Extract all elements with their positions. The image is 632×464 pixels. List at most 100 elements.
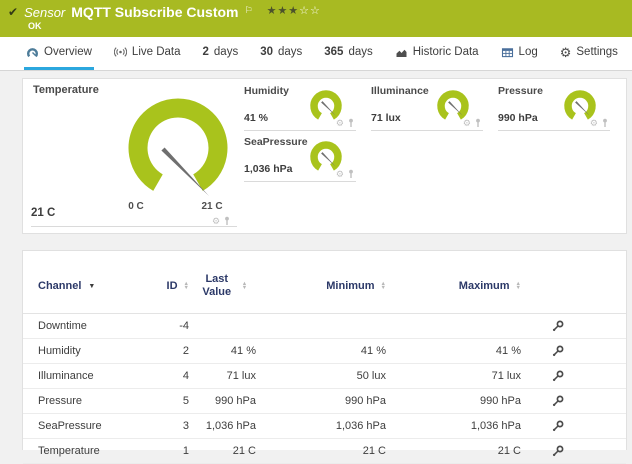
column-header-last-value[interactable]: Last Value ▲▼: [189, 251, 256, 314]
column-header-settings: [521, 251, 626, 314]
tab-settings-label: Settings: [576, 46, 618, 58]
channel-id: 3: [143, 414, 189, 439]
table-row-pressure[interactable]: Pressure 5 990 hPa 990 hPa 990 hPa: [23, 389, 626, 414]
channel-settings-wrench-icon[interactable]: [551, 444, 565, 458]
tab-2-days[interactable]: 2 days: [201, 37, 241, 70]
channel-minimum: 990 hPa: [256, 389, 386, 414]
mini-gauge-value: 71 lux: [371, 112, 401, 124]
channel-settings-wrench-icon[interactable]: [551, 344, 565, 358]
chart-icon: [395, 46, 408, 59]
tab-365-days-label: days: [348, 46, 372, 58]
channels-panel: Channel ▼ ID ▲▼ Last Value ▲▼: [22, 250, 627, 450]
sort-icon: ▲▼: [184, 282, 189, 290]
pin-icon[interactable]: [347, 118, 355, 128]
flag-icon[interactable]: ⚐: [245, 5, 253, 16]
column-header-channel[interactable]: Channel ▼: [23, 251, 143, 314]
channel-id: -4: [143, 314, 189, 339]
tab-overview-label: Overview: [44, 46, 92, 58]
channel-settings-wrench-icon[interactable]: [551, 419, 565, 433]
sort-icon: ▲▼: [242, 282, 247, 290]
signal-icon: [114, 45, 127, 59]
sensor-header-line: ✔ Sensor MQTT Subscribe Custom ⚐ ★★★ ☆☆: [0, 0, 632, 20]
column-header-minimum[interactable]: Minimum ▲▼: [256, 251, 386, 314]
channel-maximum: 1,036 hPa: [386, 414, 521, 439]
channel-last-value: 71 lux: [189, 364, 256, 389]
tab-live-data[interactable]: Live Data: [112, 37, 183, 70]
star-empty-icon[interactable]: ☆☆: [299, 4, 321, 17]
mini-gauge-title: SeaPressure: [244, 136, 308, 148]
channel-last-value: [189, 314, 256, 339]
tab-log-label: Log: [519, 46, 538, 58]
channel-last-value: 1,036 hPa: [189, 414, 256, 439]
mini-gauge-actions: ⚙: [463, 118, 482, 128]
gear-icon[interactable]: ⚙: [336, 119, 344, 128]
tab-log[interactable]: Log: [499, 37, 540, 70]
channel-name[interactable]: Humidity: [23, 339, 143, 364]
channel-name[interactable]: Illuminance: [23, 364, 143, 389]
channel-name[interactable]: Pressure: [23, 389, 143, 414]
channel-minimum: 41 %: [256, 339, 386, 364]
mini-gauge-value: 990 hPa: [498, 112, 538, 124]
gear-icon[interactable]: ⚙: [463, 119, 471, 128]
pin-icon[interactable]: [474, 118, 482, 128]
channel-maximum: [386, 314, 521, 339]
pin-icon[interactable]: [223, 216, 231, 226]
channel-id: 4: [143, 364, 189, 389]
tab-bar: Overview Live Data 2 days 30 days 365 da…: [0, 37, 632, 71]
gauge-icon: [26, 46, 39, 59]
table-row-temperature[interactable]: Temperature 1 21 C 21 C 21 C: [23, 439, 626, 464]
channel-name[interactable]: Downtime: [23, 314, 143, 339]
table-icon: [501, 46, 514, 59]
gear-icon[interactable]: ⚙: [336, 170, 344, 179]
temperature-gauge: [123, 94, 233, 202]
mini-gauge-actions: ⚙: [336, 169, 355, 179]
tab-settings[interactable]: ⚙ Settings: [558, 37, 620, 70]
channel-minimum: 21 C: [256, 439, 386, 464]
tab-historic-data[interactable]: Historic Data: [393, 37, 481, 70]
channel-id: 1: [143, 439, 189, 464]
table-row-humidity[interactable]: Humidity 2 41 % 41 % 41 %: [23, 339, 626, 364]
channel-id: 2: [143, 339, 189, 364]
sensor-title: MQTT Subscribe Custom: [71, 4, 238, 20]
primary-gauge-actions: ⚙: [212, 216, 231, 226]
gear-icon[interactable]: ⚙: [590, 119, 598, 128]
mini-gauge-title: Illuminance: [371, 85, 429, 97]
sort-icon: ▲▼: [381, 282, 386, 290]
tab-30-days-label: days: [278, 46, 302, 58]
table-row-seapressure[interactable]: SeaPressure 3 1,036 hPa 1,036 hPa 1,036 …: [23, 414, 626, 439]
tab-2-days-label: days: [214, 46, 238, 58]
gear-icon[interactable]: ⚙: [212, 217, 220, 226]
tab-365-days[interactable]: 365 days: [322, 37, 374, 70]
channel-last-value: 990 hPa: [189, 389, 256, 414]
channel-last-value: 21 C: [189, 439, 256, 464]
star-filled-icon[interactable]: ★★★: [267, 4, 300, 17]
pin-icon[interactable]: [347, 169, 355, 179]
channel-name[interactable]: Temperature: [23, 439, 143, 464]
channel-id: 5: [143, 389, 189, 414]
tab-2-days-number: 2: [203, 46, 209, 58]
channel-settings-wrench-icon[interactable]: [551, 369, 565, 383]
channel-maximum: 41 %: [386, 339, 521, 364]
channel-settings-wrench-icon[interactable]: [551, 319, 565, 333]
tab-overview[interactable]: Overview: [24, 37, 94, 70]
channels-table: Channel ▼ ID ▲▼ Last Value ▲▼: [23, 251, 626, 464]
channel-minimum: 50 lux: [256, 364, 386, 389]
table-row-downtime[interactable]: Downtime -4: [23, 314, 626, 339]
mini-gauge-actions: ⚙: [590, 118, 609, 128]
primary-gauge-title: Temperature: [33, 84, 99, 96]
column-header-id-label: ID: [167, 280, 178, 292]
mini-gauge-actions: ⚙: [336, 118, 355, 128]
pin-icon[interactable]: [601, 118, 609, 128]
tab-30-days[interactable]: 30 days: [258, 37, 304, 70]
mini-gauge-title: Pressure: [498, 85, 543, 97]
mini-gauge-illuminance: Illuminance 71 lux ⚙: [371, 85, 483, 131]
channel-name[interactable]: SeaPressure: [23, 414, 143, 439]
channel-minimum: 1,036 hPa: [256, 414, 386, 439]
tab-historic-data-label: Historic Data: [413, 46, 479, 58]
column-header-maximum[interactable]: Maximum ▲▼: [386, 251, 521, 314]
column-header-id[interactable]: ID ▲▼: [143, 251, 189, 314]
table-row-illuminance[interactable]: Illuminance 4 71 lux 50 lux 71 lux: [23, 364, 626, 389]
priority-stars[interactable]: ★★★ ☆☆: [267, 4, 321, 17]
channel-settings-wrench-icon[interactable]: [551, 394, 565, 408]
channel-maximum: 71 lux: [386, 364, 521, 389]
